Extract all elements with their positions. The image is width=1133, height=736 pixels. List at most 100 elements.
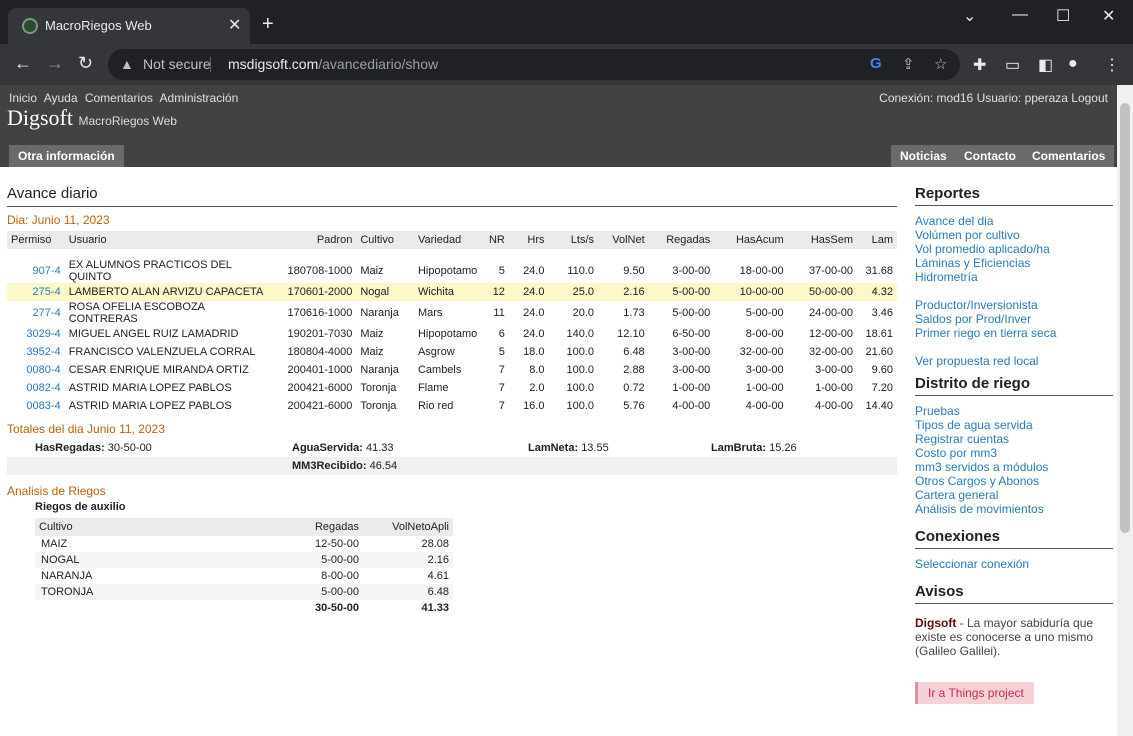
not-secure-label[interactable]: Not secure xyxy=(143,56,211,72)
col-padron: Padron xyxy=(280,231,357,249)
browser-toolbar: ← → ↻ ▲ Not secure msdigsoft.com/avanced… xyxy=(0,44,1133,85)
regadas-cell: 5-00-00 xyxy=(672,307,711,319)
browser-tab[interactable]: MacroRiegos Web ✕ xyxy=(8,8,250,44)
permiso-link[interactable]: 0083-4 xyxy=(7,397,65,415)
url-path: /avancediario/show xyxy=(318,56,439,72)
link-cartera-general[interactable]: Cartera general xyxy=(915,488,1113,502)
variedad-cell: Cambels xyxy=(417,364,462,376)
tab-noticias[interactable]: Noticias xyxy=(891,145,956,167)
spacer-row xyxy=(7,249,897,259)
volnet-cell: 1.73 xyxy=(623,307,645,319)
permiso-link[interactable]: 277-4 xyxy=(7,301,65,325)
link-laminas[interactable]: Láminas y Eficiencias xyxy=(915,256,1113,270)
link-tipos-agua[interactable]: Tipos de agua servida xyxy=(915,418,1113,432)
padron-cell: 200401-1000 xyxy=(287,364,353,376)
permiso-link[interactable]: 907-4 xyxy=(7,259,65,283)
link-otros-cargos[interactable]: Otros Cargos y Abonos xyxy=(915,474,1113,488)
back-icon[interactable]: ← xyxy=(14,53,32,74)
table-row: NOGAL 5-00-00 2.16 xyxy=(35,552,453,568)
tab-close-icon[interactable]: ✕ xyxy=(228,15,241,35)
link-vol-promedio[interactable]: Vol promedio aplicado/ha xyxy=(915,242,1113,256)
table-header-row: Permiso Usuario Padron Cultivo Variedad … xyxy=(7,231,897,249)
cast-icon[interactable]: ▭ xyxy=(1005,55,1020,75)
reload-icon[interactable]: ↻ xyxy=(78,53,93,74)
permiso-link[interactable]: 275-4 xyxy=(7,283,65,301)
window-close-icon[interactable]: ✕ xyxy=(1102,6,1115,26)
permiso-link[interactable]: 0080-4 xyxy=(7,361,65,379)
user-info[interactable]: Conexión: mod16 Usuario: pperaza Logout xyxy=(879,91,1108,105)
link-pruebas[interactable]: Pruebas xyxy=(915,404,1113,418)
avisos-heading: Avisos xyxy=(915,583,1113,604)
hrs-cell: 24.0 xyxy=(523,328,545,340)
link-costo-mm3[interactable]: Costo por mm3 xyxy=(915,446,1113,460)
lam-cell: 7.20 xyxy=(871,382,893,394)
link-propuesta-red[interactable]: Ver propuesta red local xyxy=(915,354,1113,368)
usuario-cell: ASTRID MARIA LOPEZ PABLOS xyxy=(68,382,232,394)
maximize-icon[interactable]: ☐ xyxy=(1056,6,1070,26)
link-seleccionar-conexion[interactable]: Seleccionar conexión xyxy=(915,557,1113,571)
permiso-link[interactable]: 3029-4 xyxy=(7,325,65,343)
link-registrar-cuentas[interactable]: Registrar cuentas xyxy=(915,432,1113,446)
sidebar: Reportes Avance del dia Volúmen por cult… xyxy=(915,185,1113,704)
nav-ayuda[interactable]: Ayuda xyxy=(44,91,78,105)
hassem-cell: 50-00-00 xyxy=(787,283,858,301)
nav-administracion[interactable]: Administración xyxy=(160,91,239,105)
scrollbar-thumb[interactable] xyxy=(1120,103,1130,533)
new-tab-icon[interactable]: + xyxy=(262,14,274,34)
tab-contacto[interactable]: Contacto xyxy=(955,145,1025,167)
hrs-cell: 18.0 xyxy=(523,346,545,358)
hasacum-cell: 3-00-00 xyxy=(745,364,784,376)
warning-icon[interactable]: ▲ xyxy=(120,56,134,72)
hassem-cell: 4-00-00 xyxy=(815,400,854,412)
padron-cell: 200421-6000 xyxy=(287,382,353,394)
tab-comentarios[interactable]: Comentarios xyxy=(1023,145,1115,167)
nav-comentarios[interactable]: Comentarios xyxy=(85,91,153,105)
usuario-cell: CESAR ENRIQUE MIRANDA ORTIZ xyxy=(68,364,249,376)
link-productor[interactable]: Productor/Inversionista xyxy=(915,298,1113,312)
side-panel-icon[interactable]: ◧ xyxy=(1038,55,1053,75)
profile-avatar-icon[interactable]: ● xyxy=(1068,55,1078,73)
forward-icon[interactable]: → xyxy=(46,53,64,74)
link-analisis-movimientos[interactable]: Análisis de movimientos xyxy=(915,502,1113,516)
permiso-link[interactable]: 3952-4 xyxy=(7,343,65,361)
nav-inicio[interactable]: Inicio xyxy=(9,91,37,105)
lts-cell: 100.0 xyxy=(566,400,595,412)
riegos-label: Riegos de auxilio xyxy=(35,501,126,513)
brand-name: Digsoft xyxy=(7,105,73,130)
bookmark-star-icon[interactable]: ☆ xyxy=(934,55,947,73)
site-brand: Digsoft MacroRiegos Web xyxy=(7,105,177,131)
hasacum-cell: 4-00-00 xyxy=(745,400,784,412)
volnet-cell: 12.10 xyxy=(617,328,645,340)
url-text[interactable]: msdigsoft.com/avancediario/show xyxy=(228,56,438,72)
hasacum-cell: 5-00-00 xyxy=(745,307,784,319)
tab-otra-informacion[interactable]: Otra información xyxy=(9,145,124,167)
hrs-cell: 24.0 xyxy=(523,307,545,319)
col-hrs: Hrs xyxy=(508,231,549,249)
link-saldos[interactable]: Saldos por Prod/Inver xyxy=(915,312,1113,326)
variedad-cell: Hipopotamo xyxy=(417,328,478,340)
hassem-cell: 1-00-00 xyxy=(815,382,854,394)
link-mm3-servidos[interactable]: mm3 servidos a módulos xyxy=(915,460,1113,474)
permiso-link[interactable]: 0082-4 xyxy=(7,379,65,397)
tab-title: MacroRiegos Web xyxy=(45,18,152,33)
extensions-icon[interactable]: ✚ xyxy=(973,55,986,75)
volnet-cell: 2.16 xyxy=(598,283,649,301)
hasacum-cell: 18-00-00 xyxy=(739,265,784,277)
link-volumen-por-cultivo[interactable]: Volúmen por cultivo xyxy=(915,228,1113,242)
site-favicon-icon xyxy=(22,18,38,34)
address-bar[interactable]: ▲ Not secure msdigsoft.com/avancediario/… xyxy=(108,49,960,80)
google-lens-icon[interactable]: G xyxy=(870,55,882,72)
tab-search-icon[interactable]: ⌄ xyxy=(963,6,976,26)
link-hidrometria[interactable]: Hidrometría xyxy=(915,270,1113,284)
link-avance-del-dia[interactable]: Avance del dia xyxy=(915,214,1113,228)
web-page: Inicio Ayuda Comentarios Administración … xyxy=(0,85,1117,736)
share-icon[interactable]: ⇪ xyxy=(902,55,915,73)
regadas-cell: 6-50-00 xyxy=(672,328,711,340)
menu-kebab-icon[interactable]: ⋮ xyxy=(1104,55,1120,75)
url-host: msdigsoft.com xyxy=(228,56,319,72)
hrs-cell: 24.0 xyxy=(523,265,545,277)
things-project-button[interactable]: Ir a Things project xyxy=(915,682,1034,704)
minimize-icon[interactable]: — xyxy=(1012,6,1028,24)
link-primer-riego[interactable]: Primer riego en tierra seca xyxy=(915,326,1113,340)
page-scrollbar[interactable] xyxy=(1117,85,1133,736)
